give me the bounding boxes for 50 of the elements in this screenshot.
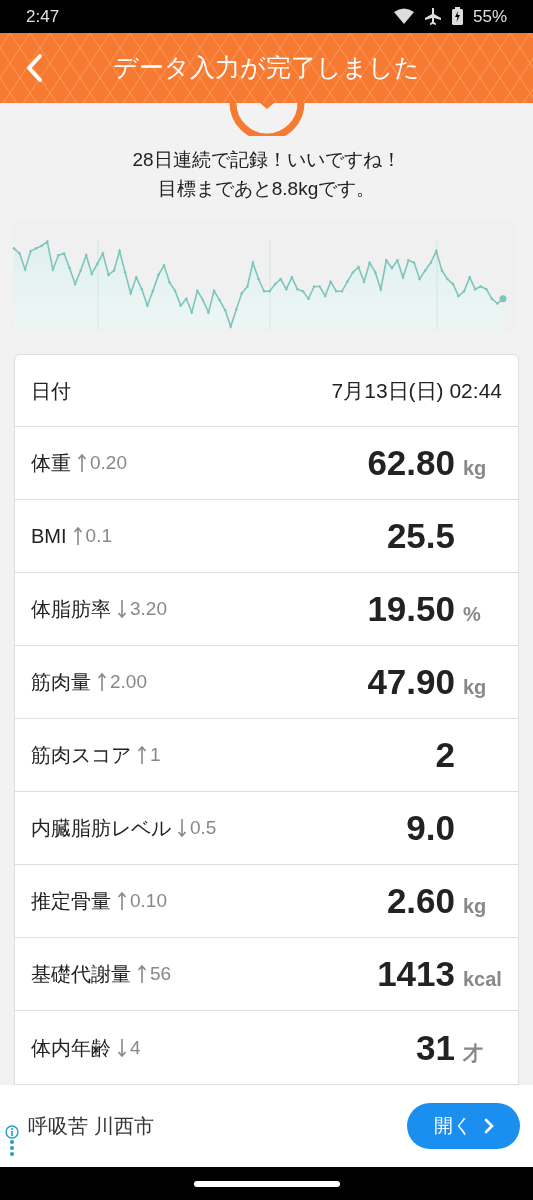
message-text: 目標まであと8.8kgです。 (157, 177, 376, 202)
metric-label: 体内年齢 (31, 1035, 111, 1061)
metric-label: 内臓脂肪レベル (31, 816, 171, 842)
chevron-right-icon (483, 1118, 494, 1135)
screen-title: データ入力が完了しました (113, 52, 420, 83)
status-time: 2:47 (26, 5, 60, 28)
airplane-icon (423, 7, 442, 26)
change-value: 0.20 (90, 451, 127, 476)
metric-label: 筋肉量 (31, 670, 91, 696)
change-value: 4 (130, 1035, 141, 1060)
metric-value: 9.0 (405, 807, 455, 850)
change-value: 3.20 (130, 597, 167, 622)
wifi-icon (393, 8, 414, 25)
back-icon (25, 52, 43, 83)
metric-value: 2.60 (385, 880, 455, 923)
metric-value: 47.90 (366, 661, 455, 704)
change-value: 1 (150, 743, 161, 768)
metric-value: 25.5 (385, 515, 455, 558)
check-circle-icon (228, 102, 305, 137)
metric-label: 体脂肪率 (31, 597, 111, 623)
battery-percent: 55% (472, 5, 507, 28)
unit-label: kg (463, 675, 487, 701)
metric-label: 体重 (31, 451, 71, 477)
metric-label: 筋肉スコア (31, 743, 131, 769)
unit-label: % (463, 602, 481, 628)
metric-label: 推定骨量 (31, 889, 111, 915)
change-value: 0.1 (85, 524, 112, 549)
change-value: 0.5 (190, 816, 217, 841)
metric-label: BMI (31, 524, 67, 550)
more-icon[interactable] (9, 1139, 15, 1158)
unit-label: 才 (463, 1040, 483, 1066)
info-icon[interactable] (5, 1125, 19, 1140)
change-value: 2.00 (110, 670, 147, 695)
metric-value: 1413 (376, 953, 455, 996)
metric-value: 62.80 (366, 442, 455, 485)
change-value: 0.10 (130, 889, 167, 914)
home-indicator[interactable] (193, 1180, 340, 1187)
battery-icon (451, 7, 463, 26)
message-text: 28日連続で記録！いいですね！ (132, 148, 401, 173)
metric-label: 基礎代謝量 (31, 962, 131, 988)
unit-label: kg (463, 894, 487, 920)
unit-label: kg (463, 456, 487, 482)
date-label: 日付 (31, 378, 71, 404)
ad-text[interactable]: 呼吸苦 川西市 (28, 1111, 154, 1142)
metric-value: 2 (434, 734, 455, 777)
metric-value: 31 (415, 1026, 455, 1069)
metric-value: 19.50 (366, 588, 455, 631)
date-value: 7月13日(日) 02:44 (331, 378, 502, 405)
change-value: 56 (150, 962, 172, 987)
unit-label: kcal (463, 967, 502, 993)
